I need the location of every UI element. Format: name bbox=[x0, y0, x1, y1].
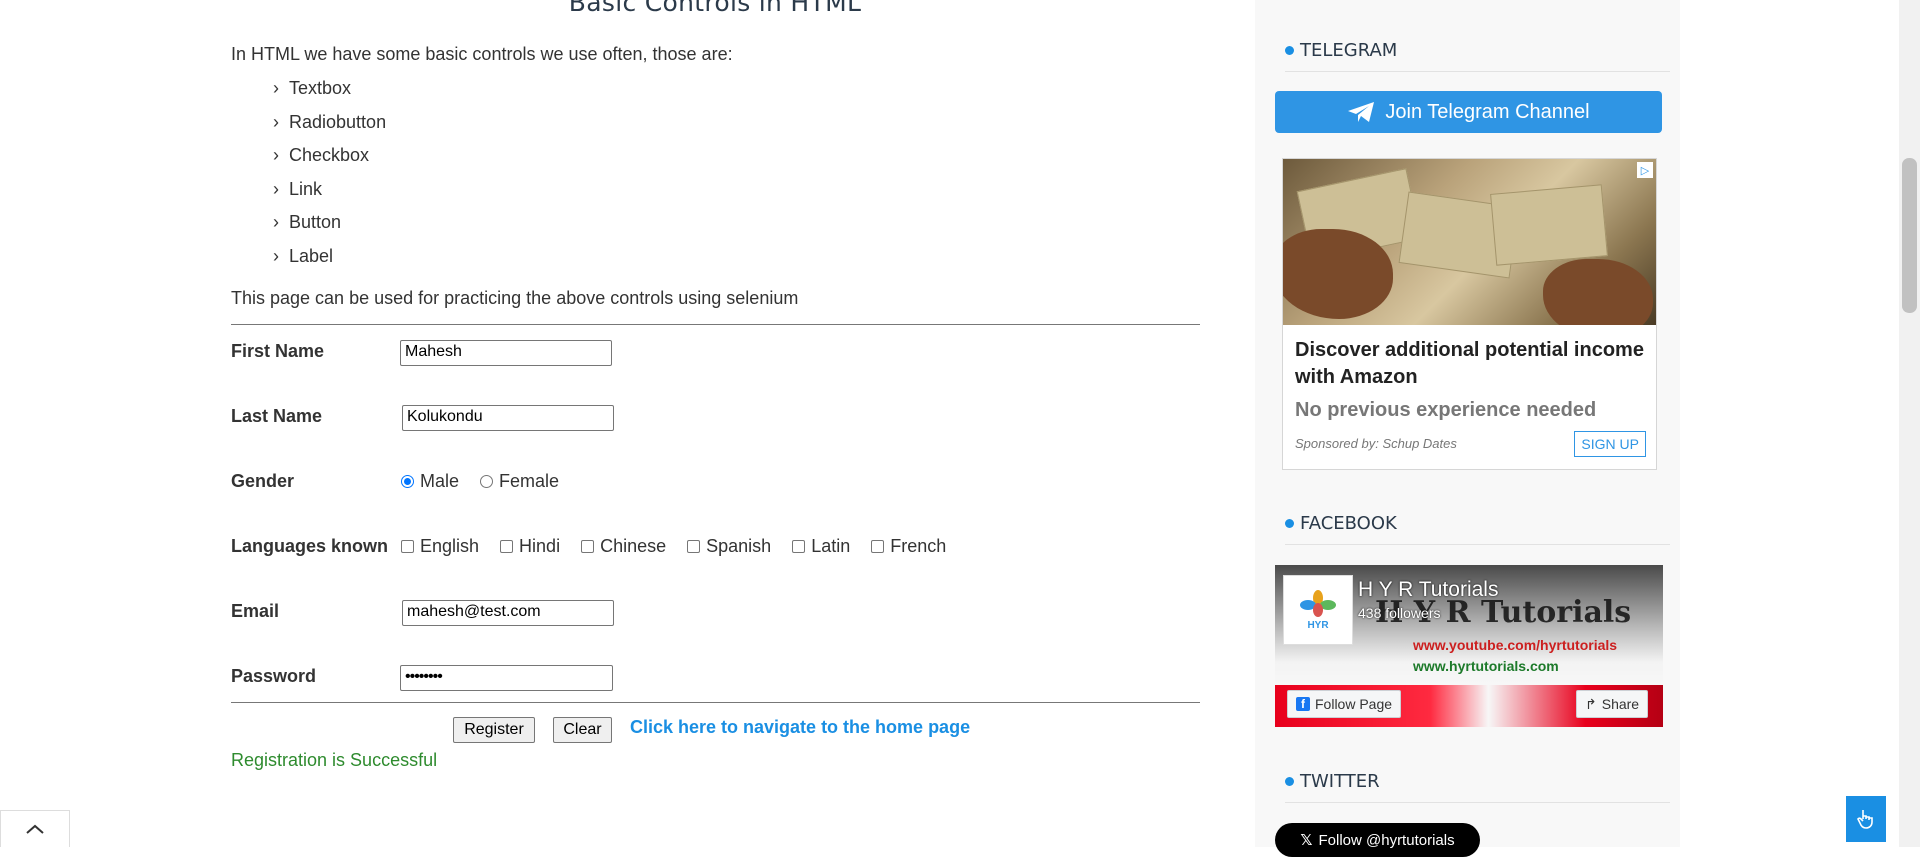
language-option-spanish[interactable]: Spanish bbox=[687, 536, 771, 557]
first-name-label: First Name bbox=[231, 340, 325, 361]
chevron-right-icon: › bbox=[273, 178, 279, 199]
bullet-icon bbox=[1285, 46, 1294, 55]
scroll-action-button[interactable] bbox=[1846, 796, 1886, 842]
list-item: › Checkbox bbox=[273, 145, 370, 166]
chevron-right-icon: › bbox=[273, 245, 279, 266]
password-field[interactable]: •••••••• bbox=[400, 665, 613, 691]
home-page-link[interactable]: Click here to navigate to the home page bbox=[630, 717, 970, 738]
bullet-icon bbox=[1285, 777, 1294, 786]
ad-signup-button[interactable]: SIGN UP bbox=[1574, 431, 1646, 457]
list-item: › Label bbox=[273, 245, 334, 266]
page-scrollbar[interactable] bbox=[1899, 0, 1920, 847]
email-label: Email bbox=[231, 600, 280, 621]
bullet-icon bbox=[1285, 519, 1294, 528]
register-button[interactable]: Register bbox=[453, 717, 535, 743]
first-name-field[interactable]: Mahesh bbox=[400, 340, 612, 366]
clear-button[interactable]: Clear bbox=[553, 717, 612, 743]
english-checkbox[interactable] bbox=[401, 539, 414, 553]
list-item: › Textbox bbox=[273, 78, 352, 98]
last-name-row: Last Name bbox=[231, 401, 401, 431]
share-icon: ↱ bbox=[1585, 695, 1597, 712]
female-radio[interactable] bbox=[480, 474, 494, 488]
list-item: › Button bbox=[273, 212, 342, 233]
twitter-widget-title: TWITTER bbox=[1285, 771, 1670, 803]
main-content: Basic Controls in HTML In HTML we have s… bbox=[0, 0, 1255, 847]
language-option-hindi[interactable]: Hindi bbox=[500, 536, 560, 557]
list-item: › Link bbox=[273, 178, 323, 199]
facebook-page-plugin[interactable]: H Y R Tutorials www.youtube.com/hyrtutor… bbox=[1275, 565, 1663, 727]
follow-page-button[interactable]: f Follow Page bbox=[1287, 690, 1402, 718]
telegram-icon bbox=[1348, 102, 1375, 122]
banner-site-url: www.hyrtutorials.com bbox=[1413, 658, 1559, 674]
gender-option-male[interactable]: Male bbox=[401, 471, 459, 492]
chevron-right-icon: › bbox=[273, 111, 279, 132]
ad-headline[interactable]: Discover additional potential income wit… bbox=[1295, 337, 1645, 391]
gender-label: Gender bbox=[231, 470, 295, 491]
share-button[interactable]: ↱ Share bbox=[1576, 690, 1649, 718]
success-message: Registration is Successful bbox=[231, 750, 438, 770]
first-name-row: First Name bbox=[231, 336, 401, 366]
languages-row: Languages known English Hindi Chinese Sp… bbox=[231, 531, 967, 561]
scroll-top-button[interactable] bbox=[0, 810, 70, 847]
ad-image[interactable]: ▷ bbox=[1283, 159, 1656, 325]
email-field[interactable]: mahesh@test.com bbox=[402, 600, 614, 626]
chevron-up-icon bbox=[26, 824, 44, 834]
facebook-icon: f bbox=[1296, 697, 1310, 711]
facebook-followers: 438 followers bbox=[1358, 605, 1441, 621]
ad-subline: No previous experience needed bbox=[1295, 399, 1597, 421]
sidebar: TELEGRAM Join Telegram Channel ▷ Discove… bbox=[1255, 0, 1680, 857]
hand-pointer-icon bbox=[1857, 810, 1873, 829]
intro-text: In HTML we have some basic controls we u… bbox=[231, 44, 733, 64]
chevron-right-icon: › bbox=[273, 212, 279, 233]
language-option-chinese[interactable]: Chinese bbox=[581, 536, 666, 557]
ad-sponsor: Sponsored by: Schup Dates bbox=[1295, 436, 1457, 451]
x-icon: 𝕏 bbox=[1300, 832, 1313, 849]
hyr-logo-icon bbox=[1300, 589, 1336, 617]
languages-label: Languages known bbox=[231, 535, 389, 556]
sponsored-ad[interactable]: ▷ Discover additional potential income w… bbox=[1282, 158, 1657, 470]
divider bbox=[231, 324, 1200, 325]
facebook-page-name[interactable]: H Y R Tutorials bbox=[1358, 578, 1498, 602]
hyr-logo[interactable]: HYR bbox=[1283, 575, 1353, 645]
twitter-follow-button[interactable]: 𝕏 Follow @hyrtutorials bbox=[1275, 823, 1480, 857]
password-row: Password bbox=[231, 661, 401, 691]
last-name-field[interactable]: Kolukondu bbox=[402, 405, 614, 431]
join-telegram-button[interactable]: Join Telegram Channel bbox=[1275, 91, 1662, 133]
ad-choices-icon[interactable]: ▷ bbox=[1637, 162, 1653, 178]
language-option-french[interactable]: French bbox=[871, 536, 946, 557]
scrollbar-thumb[interactable] bbox=[1902, 158, 1917, 313]
last-name-label: Last Name bbox=[231, 405, 323, 426]
male-radio[interactable] bbox=[401, 474, 414, 488]
page-title: Basic Controls in HTML bbox=[568, 0, 862, 17]
gender-option-female[interactable]: Female bbox=[480, 471, 559, 492]
hand-image bbox=[1283, 229, 1393, 319]
chinese-checkbox[interactable] bbox=[581, 539, 595, 553]
hand-image bbox=[1543, 259, 1653, 325]
facebook-widget-title: FACEBOOK bbox=[1285, 513, 1670, 545]
email-row: Email bbox=[231, 596, 401, 626]
hindi-checkbox[interactable] bbox=[500, 539, 514, 553]
language-option-latin[interactable]: Latin bbox=[792, 536, 850, 557]
gender-row: Gender Male Female bbox=[231, 466, 580, 496]
language-option-english[interactable]: English bbox=[401, 536, 479, 557]
spanish-checkbox[interactable] bbox=[687, 539, 701, 553]
practice-note: This page can be used for practicing the… bbox=[231, 288, 799, 308]
list-item: › Radiobutton bbox=[273, 111, 387, 132]
telegram-widget-title: TELEGRAM bbox=[1285, 40, 1670, 72]
password-label: Password bbox=[231, 665, 317, 686]
chevron-right-icon: › bbox=[273, 78, 279, 98]
latin-checkbox[interactable] bbox=[792, 539, 806, 553]
chevron-right-icon: › bbox=[273, 145, 279, 166]
divider bbox=[231, 702, 1200, 703]
controls-list: › Textbox › Radiobutton › Checkbox › Link › B… bbox=[273, 78, 386, 280]
banner-youtube-url: www.youtube.com/hyrtutorials bbox=[1413, 637, 1618, 653]
french-checkbox[interactable] bbox=[871, 539, 885, 553]
